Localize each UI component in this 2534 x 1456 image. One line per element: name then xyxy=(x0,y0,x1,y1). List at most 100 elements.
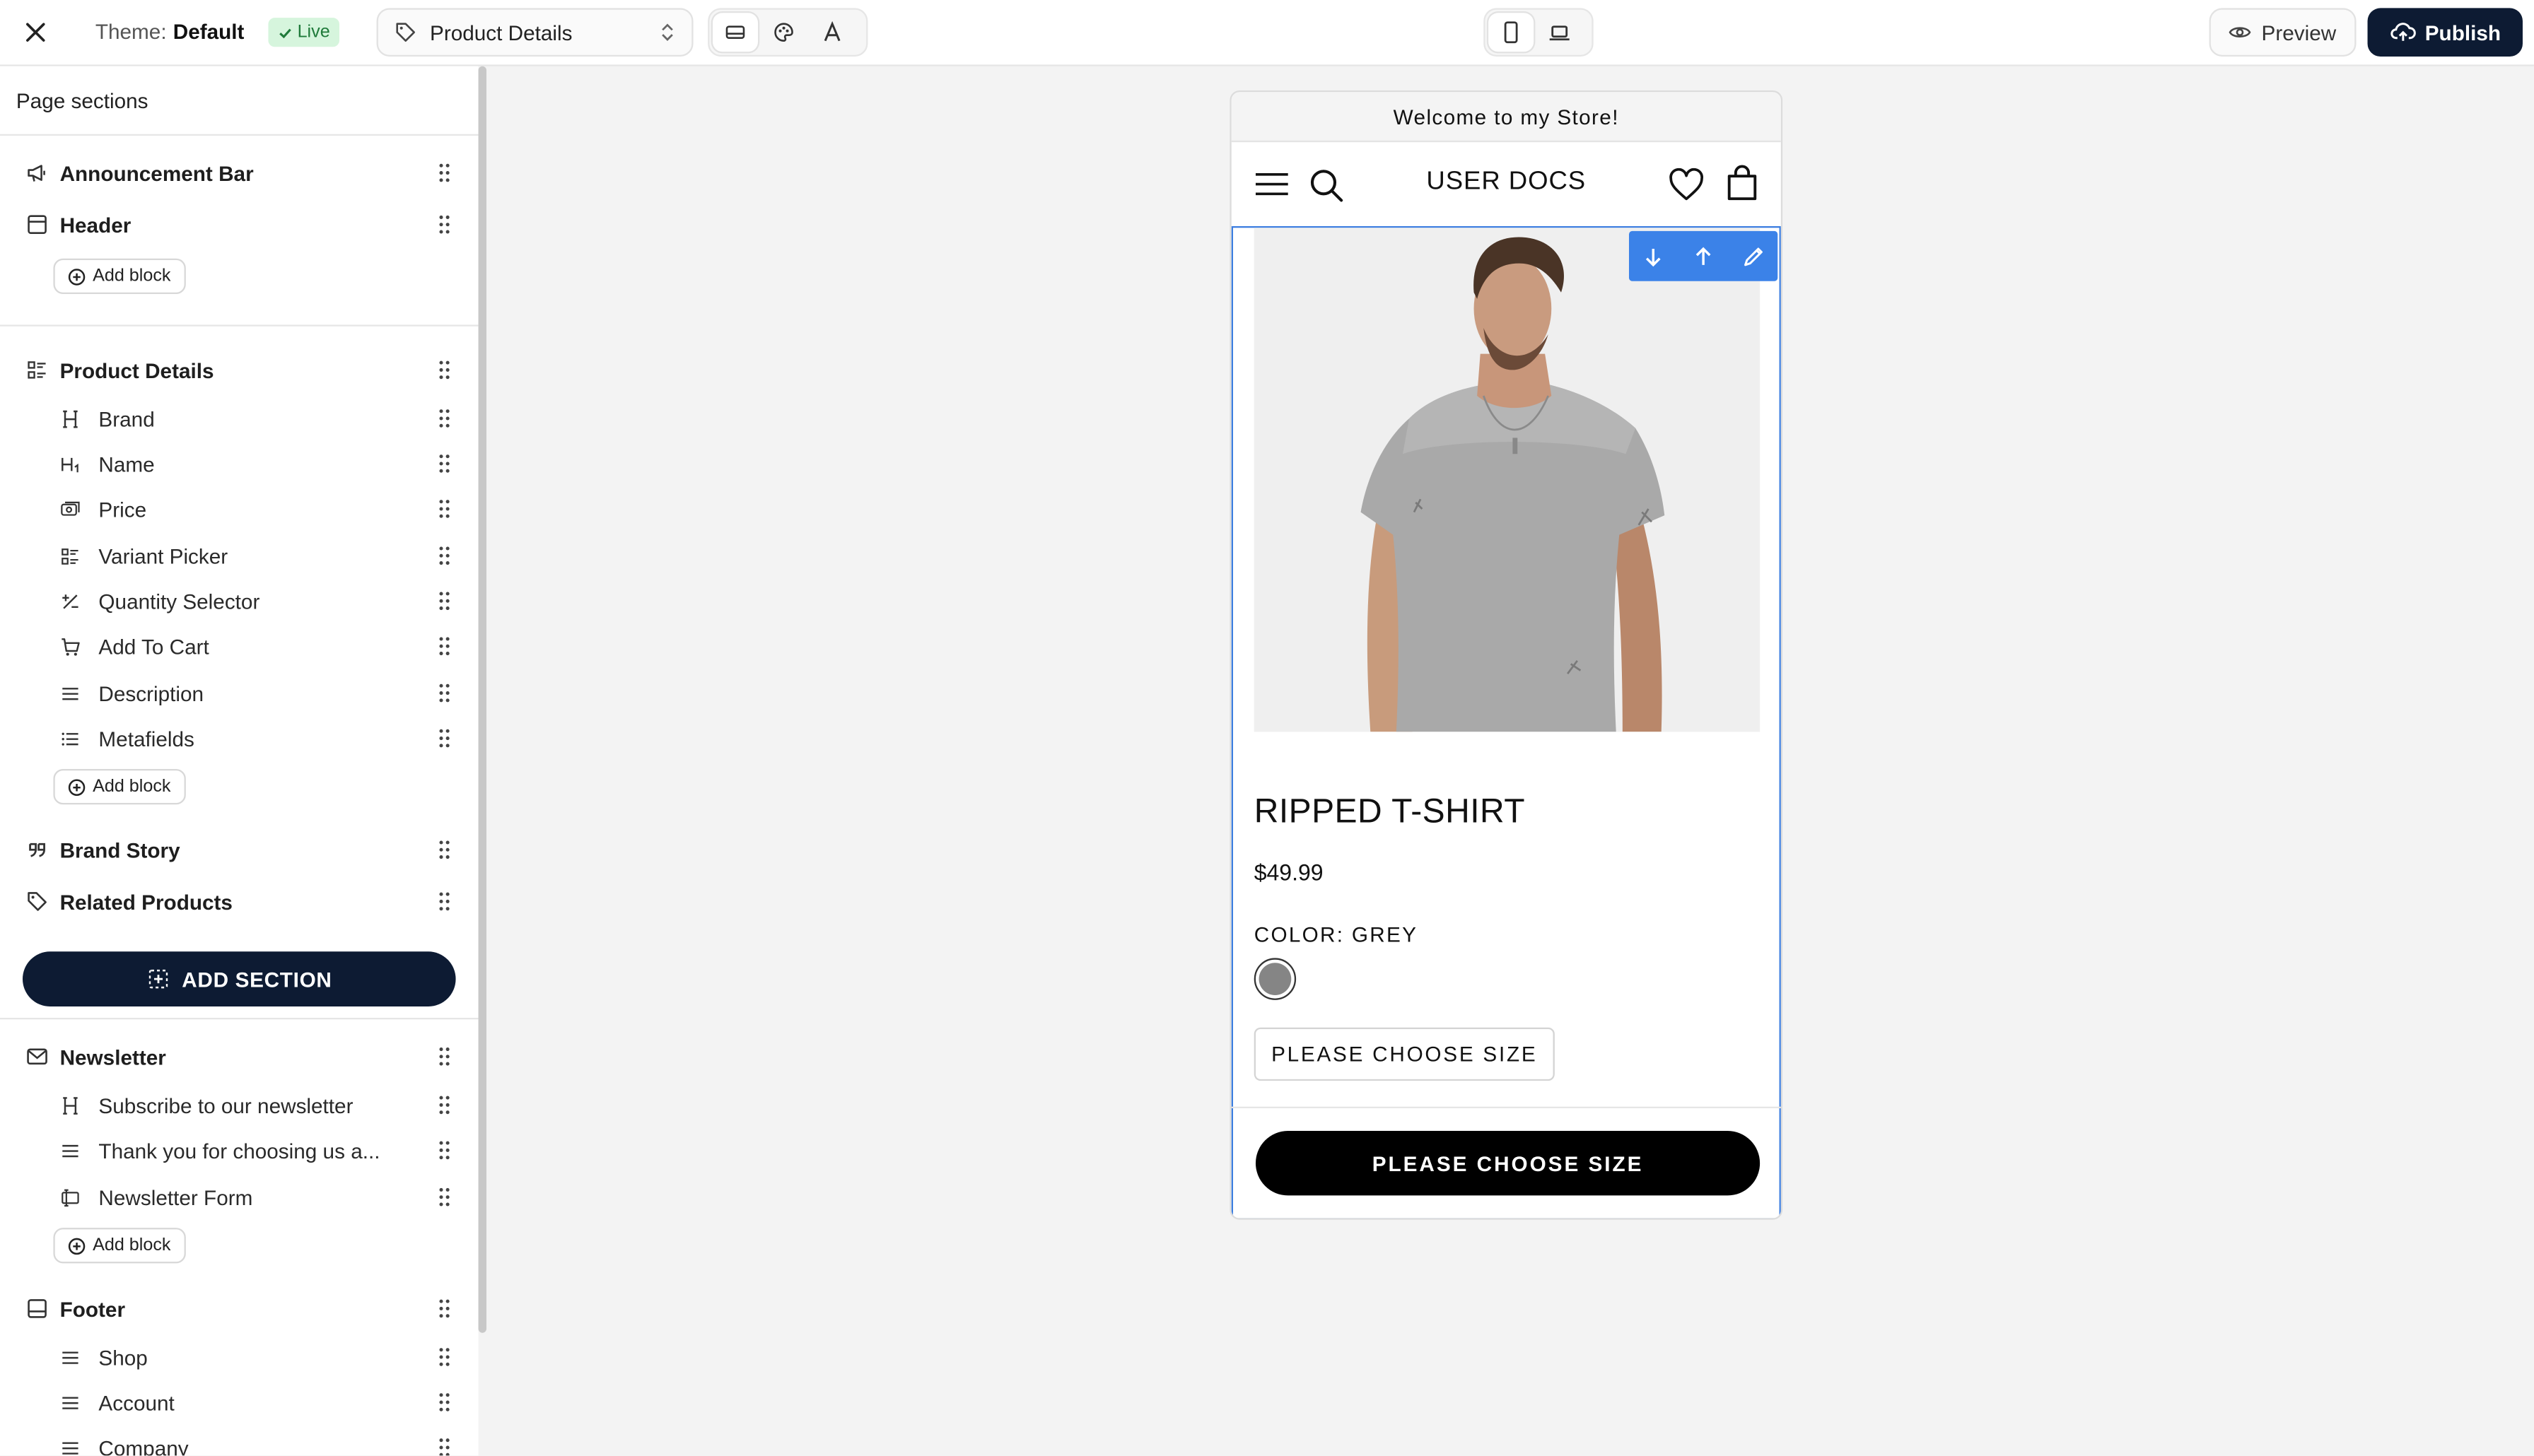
template-select[interactable]: Product Details xyxy=(376,8,694,57)
desktop-view-button[interactable] xyxy=(1537,13,1582,52)
sidebar-title: Page sections xyxy=(16,88,148,113)
block-subscribe-heading[interactable]: Subscribe to our newsletter xyxy=(0,1084,479,1126)
section-label: Footer xyxy=(59,1296,126,1321)
list-details-icon xyxy=(24,357,50,383)
store-header: USER DOCS xyxy=(1232,142,1781,226)
block-quantity-selector[interactable]: Quantity Selector xyxy=(0,580,479,622)
block-price[interactable]: Price xyxy=(0,488,479,529)
drag-handle-icon[interactable] xyxy=(436,162,452,184)
announcement-text: Welcome to my Store! xyxy=(1393,104,1619,129)
typography-tool-button[interactable] xyxy=(810,13,855,52)
plus-minus-icon xyxy=(57,588,83,614)
cart-icon xyxy=(57,633,83,659)
block-shop[interactable]: Shop xyxy=(0,1336,479,1378)
color-swatch-grey[interactable] xyxy=(1254,958,1297,1000)
section-label: Newsletter xyxy=(59,1044,166,1069)
check-icon xyxy=(279,28,291,38)
block-company[interactable]: Company xyxy=(0,1426,479,1456)
add-block-button[interactable]: Add block xyxy=(53,1228,186,1264)
drag-handle-icon[interactable] xyxy=(436,1186,452,1209)
drag-handle-icon[interactable] xyxy=(436,452,452,475)
section-brand-story[interactable]: Brand Story xyxy=(0,829,479,871)
drag-handle-icon[interactable] xyxy=(436,1297,452,1320)
product-image[interactable] xyxy=(1254,228,1761,732)
block-description[interactable]: Description xyxy=(0,672,479,714)
block-thank-you-text[interactable]: Thank you for choosing us a... xyxy=(0,1129,479,1171)
theme-label: Theme: xyxy=(95,19,167,44)
add-block-button[interactable]: Add block xyxy=(53,258,186,294)
section-label: Related Products xyxy=(59,889,233,914)
block-add-to-cart[interactable]: Add To Cart xyxy=(0,626,479,667)
block-label: Add To Cart xyxy=(98,634,209,659)
section-label: Brand Story xyxy=(59,838,180,862)
colors-tool-button[interactable] xyxy=(761,13,807,52)
block-label: Variant Picker xyxy=(98,544,228,568)
add-block-button[interactable]: Add block xyxy=(53,768,186,805)
heading-icon xyxy=(57,1092,83,1118)
divider xyxy=(0,134,479,136)
drag-handle-icon[interactable] xyxy=(436,407,452,430)
drag-handle-icon[interactable] xyxy=(436,682,452,705)
block-brand[interactable]: Brand xyxy=(0,397,479,439)
block-account[interactable]: Account xyxy=(0,1381,479,1423)
laptop-icon xyxy=(1549,25,1570,41)
mail-icon xyxy=(24,1044,50,1070)
plus-circle-icon xyxy=(69,268,86,285)
section-newsletter[interactable]: Newsletter xyxy=(0,1035,479,1077)
drag-handle-icon[interactable] xyxy=(436,1045,452,1068)
section-header[interactable]: Header xyxy=(0,204,479,245)
text-lines-icon xyxy=(57,1435,83,1456)
block-label: Metafields xyxy=(98,726,194,751)
sections-tool-button[interactable] xyxy=(712,13,758,52)
block-label: Thank you for choosing us a... xyxy=(98,1138,380,1163)
list-icon xyxy=(57,725,83,751)
size-select-button[interactable]: PLEASE CHOOSE SIZE xyxy=(1254,1027,1555,1081)
page-sections-sidebar: Page sections Announcement Bar Header Ad… xyxy=(0,66,479,1456)
drag-handle-icon[interactable] xyxy=(436,1346,452,1368)
block-label: Subscribe to our newsletter xyxy=(98,1093,354,1117)
drag-handle-icon[interactable] xyxy=(436,635,452,657)
section-related-products[interactable]: Related Products xyxy=(0,881,479,922)
block-metafields[interactable]: Metafields xyxy=(0,717,479,759)
drag-handle-icon[interactable] xyxy=(436,358,452,381)
drag-handle-icon[interactable] xyxy=(436,1436,452,1456)
section-product-details[interactable]: Product Details xyxy=(0,349,479,391)
drag-handle-icon[interactable] xyxy=(436,213,452,236)
section-footer[interactable]: Footer xyxy=(0,1288,479,1329)
arrow-down-icon[interactable] xyxy=(1631,233,1676,278)
drag-handle-icon[interactable] xyxy=(436,544,452,567)
drag-handle-icon[interactable] xyxy=(436,727,452,750)
drag-handle-icon[interactable] xyxy=(436,498,452,520)
top-bar: Theme: Default Live Product Details Prev… xyxy=(0,0,2534,66)
arrow-up-icon[interactable] xyxy=(1681,233,1726,278)
add-section-button[interactable]: ADD SECTION xyxy=(22,951,456,1006)
drag-handle-icon[interactable] xyxy=(436,838,452,861)
block-newsletter-form[interactable]: Newsletter Form xyxy=(0,1176,479,1218)
heading-icon xyxy=(57,406,83,432)
block-label: Description xyxy=(98,681,204,705)
heart-icon[interactable] xyxy=(1668,168,1705,210)
drag-handle-icon[interactable] xyxy=(436,1139,452,1161)
drag-handle-icon[interactable] xyxy=(436,589,452,612)
close-icon[interactable] xyxy=(19,16,52,49)
megaphone-icon xyxy=(24,160,50,186)
sidebar-scrollbar[interactable] xyxy=(478,66,486,1333)
mobile-icon xyxy=(1504,21,1518,44)
text-lines-icon xyxy=(57,1344,83,1370)
block-label: Account xyxy=(98,1390,175,1415)
section-announcement-bar[interactable]: Announcement Bar xyxy=(0,152,479,194)
divider xyxy=(0,1017,479,1020)
drag-handle-icon[interactable] xyxy=(436,1093,452,1116)
publish-button[interactable]: Publish xyxy=(2367,8,2523,57)
pencil-icon[interactable] xyxy=(1730,233,1775,278)
preview-button[interactable]: Preview xyxy=(2209,8,2357,57)
section-toolbar xyxy=(1628,230,1778,281)
mobile-view-button[interactable] xyxy=(1488,13,1534,52)
add-to-cart-button[interactable]: PLEASE CHOOSE SIZE xyxy=(1255,1130,1761,1196)
block-name[interactable]: Name xyxy=(0,442,479,484)
drag-handle-icon[interactable] xyxy=(436,1391,452,1414)
shopping-bag-icon[interactable] xyxy=(1726,165,1758,209)
drag-handle-icon[interactable] xyxy=(436,890,452,912)
block-variant-picker[interactable]: Variant Picker xyxy=(0,535,479,577)
live-badge: Live xyxy=(268,18,340,47)
